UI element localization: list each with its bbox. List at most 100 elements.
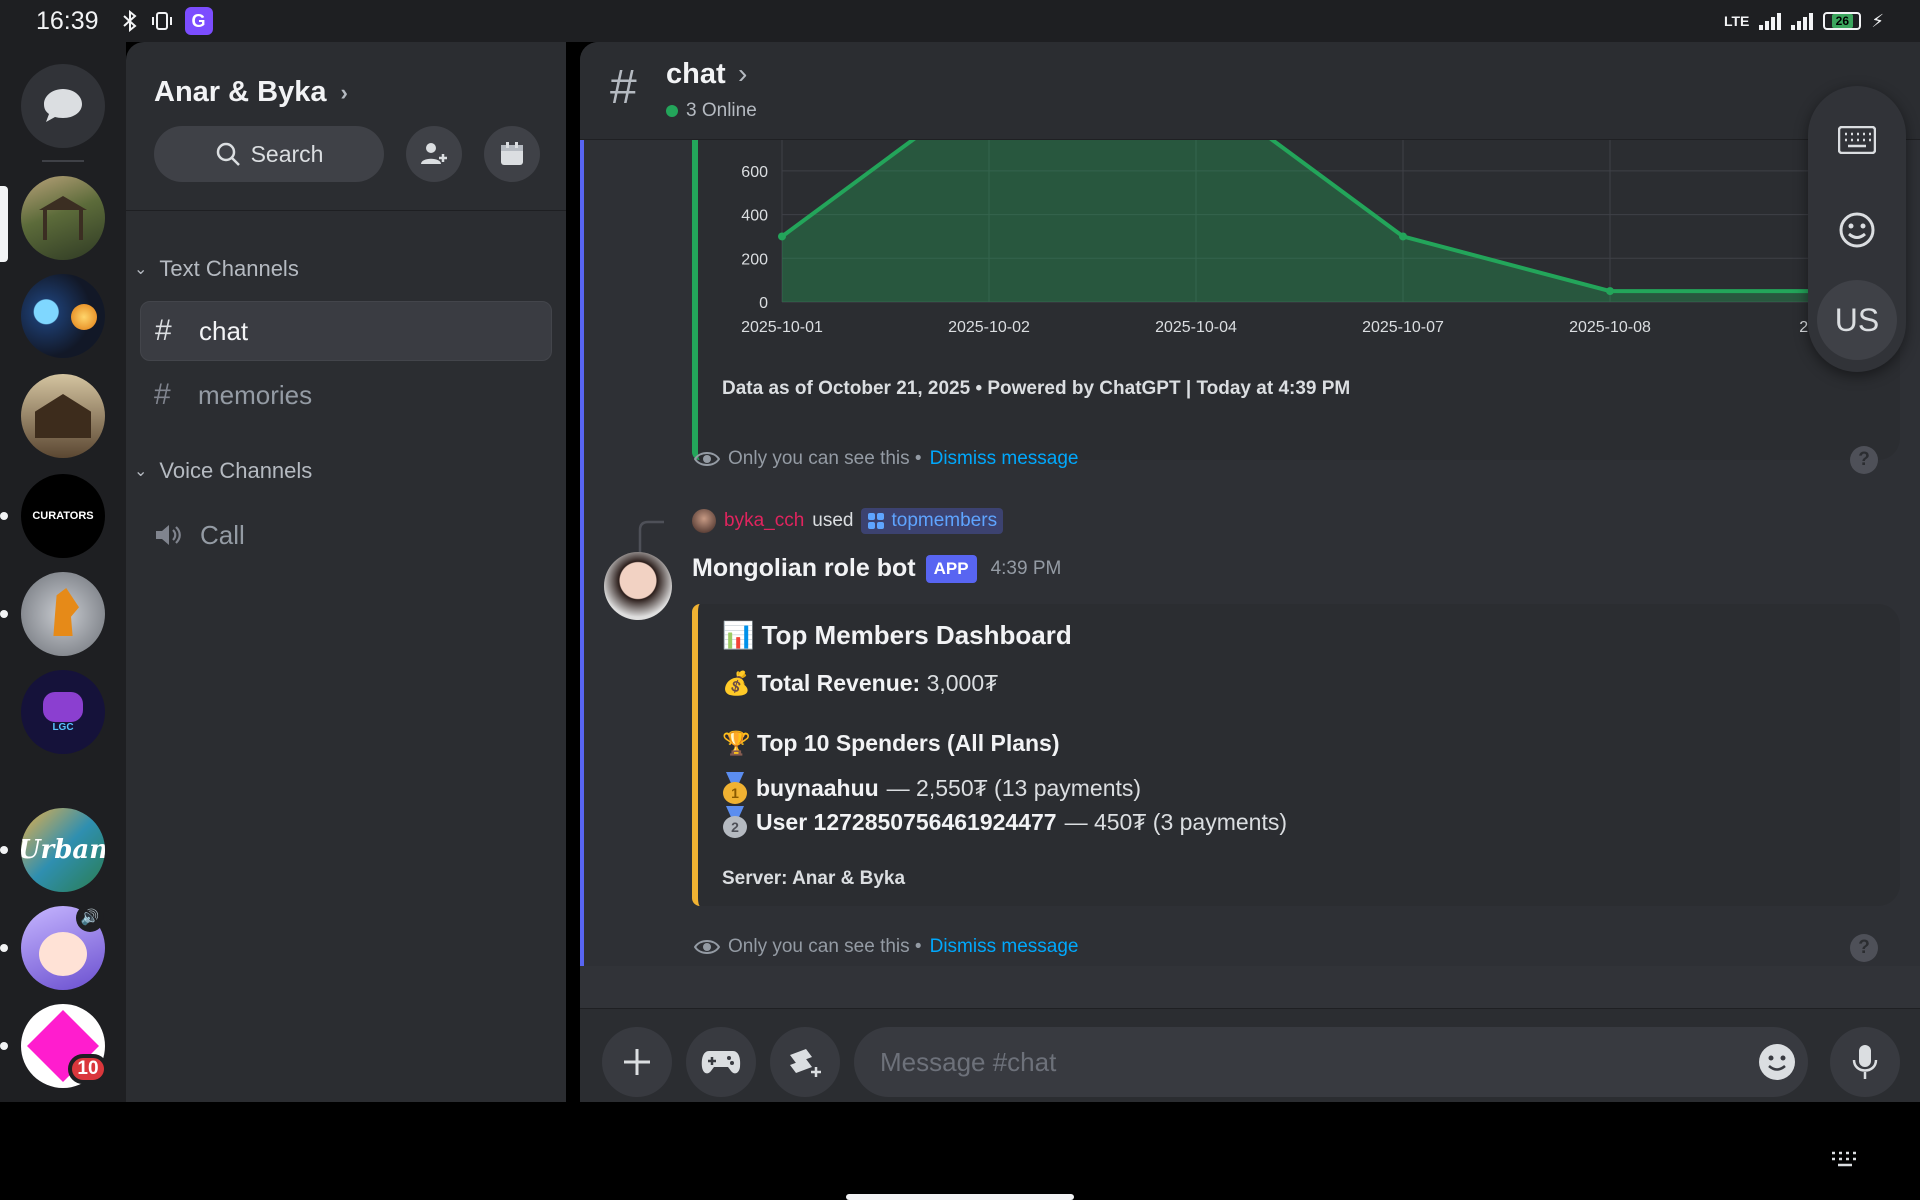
channel-memories[interactable]: # memories [140, 365, 552, 425]
x-tick-label: 2025-10-08 [1569, 319, 1651, 336]
eye-icon [694, 940, 720, 954]
status-icons: G [121, 7, 213, 35]
server-lgc[interactable]: LGC [21, 670, 105, 754]
status-bar: 16:39 G LTE 26 ⚡ [0, 0, 1920, 42]
language-button[interactable]: US [1817, 280, 1897, 360]
dismiss-message-link[interactable]: Dismiss message [930, 936, 1079, 958]
dismiss-message-link[interactable]: Dismiss message [930, 448, 1079, 470]
y-tick-label: 0 [759, 295, 768, 312]
author-name[interactable]: Mongolian role bot [692, 554, 916, 583]
category-label: Voice Channels [159, 458, 313, 483]
activities-button[interactable] [686, 1027, 756, 1097]
app-command-icon [868, 513, 885, 529]
spender-row-2: 2 User 1272850756461924477 — 450₮ (3 pay… [722, 806, 1287, 838]
top-spenders-title: Top 10 Spenders (All Plans) [757, 730, 1060, 756]
gamepad-icon [701, 1051, 741, 1074]
reply-used-text: used [812, 510, 854, 531]
server-urban[interactable]: Urban [21, 808, 105, 892]
channel-sidebar: Anar & Byka › Search ⌄ Text Channels # c… [126, 42, 566, 1102]
ephemeral-text: Only you can see this • [728, 448, 922, 469]
mention-badge: 10 [68, 1054, 108, 1084]
server-chess[interactable] [21, 572, 105, 656]
embed-footer: Data as of October 21, 2025 • Powered by… [722, 378, 1351, 399]
chevron-right-icon: › [340, 79, 348, 105]
lgc-label: LGC [52, 721, 74, 733]
orange-orb [71, 304, 97, 330]
trophy-icon: 🏆 [722, 730, 751, 756]
message-time: 4:39 PM [990, 557, 1062, 579]
online-text: 3 Online [686, 100, 757, 121]
reply-username[interactable]: byka_cch [724, 510, 804, 532]
bot-avatar[interactable] [604, 552, 672, 620]
channel-name: memories [198, 379, 313, 410]
money-bag-icon: 💰 [722, 670, 751, 696]
microphone-icon [1852, 1045, 1878, 1079]
plus-icon [624, 1049, 650, 1075]
silver-medal-icon: 2 [722, 806, 748, 838]
keyboard-button[interactable] [1817, 100, 1897, 180]
voice-message-button[interactable] [1830, 1027, 1900, 1097]
attach-button[interactable] [602, 1027, 672, 1097]
server-orbs[interactable] [21, 274, 105, 358]
online-count: 3 Online [666, 100, 757, 122]
house-shape [35, 394, 91, 438]
chart-plot-area [778, 140, 1821, 302]
urban-label: Urban [21, 835, 105, 865]
data-point [1606, 287, 1614, 296]
apps-button[interactable] [770, 1027, 840, 1097]
chevron-right-icon[interactable]: › [738, 58, 747, 90]
command-chip[interactable]: topmembers [861, 508, 1004, 534]
channel-title[interactable]: chat [666, 58, 726, 91]
invite-button[interactable] [406, 126, 462, 182]
server-house[interactable] [21, 374, 105, 458]
voice-channel-call[interactable]: Call [140, 505, 552, 565]
reply-context[interactable]: byka_cch used topmembers [692, 508, 1004, 534]
channel-chat[interactable]: # chat [140, 301, 552, 361]
revenue-value: 3,000₮ [926, 670, 999, 696]
spender-name: User 1272850756461924477 [756, 808, 1057, 835]
server-pavilion[interactable] [21, 176, 105, 260]
help-icon[interactable]: ? [1850, 934, 1878, 962]
total-revenue-line: 💰 Total Revenue: 3,000₮ [722, 670, 998, 697]
y-tick-label: 200 [741, 251, 768, 268]
unread-dot [0, 610, 8, 618]
chevron-down-icon: ⌄ [134, 463, 148, 480]
bluetooth-icon [122, 10, 137, 32]
eye-icon [694, 452, 720, 466]
emoji-icon[interactable] [1758, 1043, 1796, 1081]
knight-shape [53, 588, 79, 636]
emoji-keyboard-button[interactable] [1817, 190, 1897, 270]
home-indicator[interactable] [846, 1194, 1074, 1200]
category-voice-channels[interactable]: ⌄ Voice Channels [134, 458, 312, 484]
ephemeral-text: Only you can see this • [728, 936, 922, 957]
channel-name: chat [199, 315, 249, 346]
search-button[interactable]: Search [154, 126, 384, 182]
curators-label: CURATORS [32, 510, 94, 522]
app-launcher-icon [790, 1049, 821, 1077]
events-button[interactable] [484, 126, 540, 182]
chat-main: 600 400 200 0 2025-10-01 2025-10-02 2025-10-04… [580, 42, 1920, 1102]
search-icon [216, 142, 240, 166]
command-name: topmembers [891, 510, 998, 531]
server-curators[interactable]: CURATORS [21, 474, 105, 558]
help-icon[interactable]: ? [1850, 446, 1878, 474]
series-area [782, 140, 1817, 302]
category-text-channels[interactable]: ⌄ Text Channels [134, 256, 299, 282]
direct-messages-button[interactable] [21, 64, 105, 148]
guild-name[interactable]: Anar & Byka › [154, 76, 348, 109]
smiley-icon [1839, 212, 1875, 248]
vibrate-icon [151, 12, 172, 30]
keyboard-switch-icon[interactable] [1830, 1150, 1860, 1168]
chevron-down-icon: ⌄ [134, 261, 148, 278]
embed-title: 📊 Top Members Dashboard [722, 620, 1072, 651]
keyboard-icon [1838, 126, 1876, 154]
status-time: 16:39 [36, 6, 99, 35]
signal-icon [1759, 13, 1782, 30]
speaker-icon: 🔊 [76, 904, 104, 932]
status-right: LTE 26 ⚡ [1724, 11, 1884, 32]
hash-icon: # [610, 61, 637, 114]
pavilion-roof [39, 196, 87, 210]
app-tag: APP [925, 554, 977, 583]
message-input[interactable] [854, 1027, 1808, 1097]
data-point [778, 232, 786, 241]
